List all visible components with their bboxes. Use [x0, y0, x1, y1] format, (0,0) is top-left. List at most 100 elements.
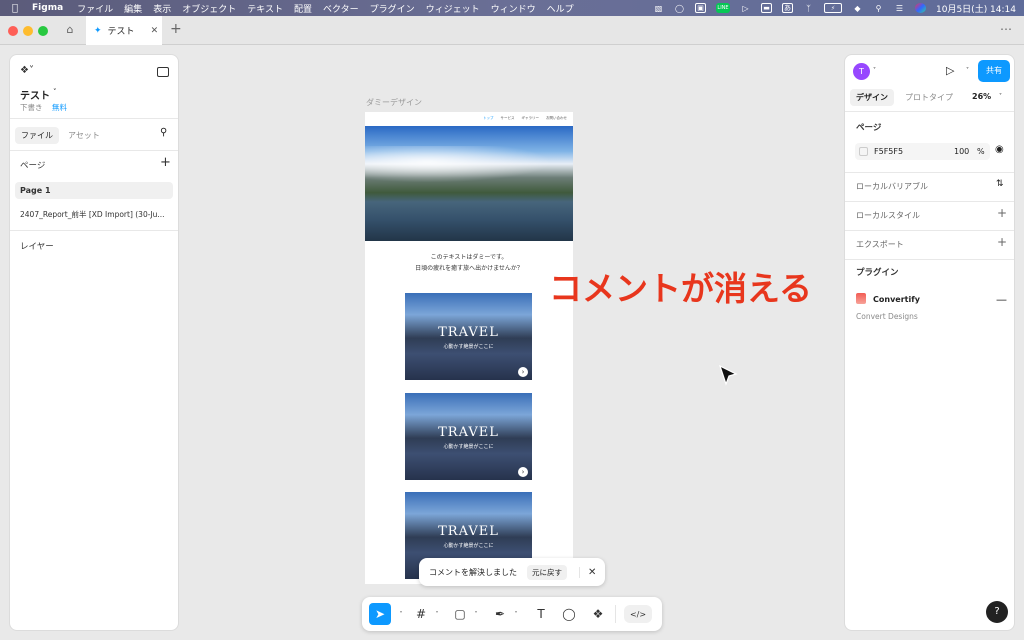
- home-icon[interactable]: ⌂: [60, 23, 80, 39]
- chevron-right-icon[interactable]: ›: [518, 467, 528, 477]
- text-tool-icon[interactable]: T: [532, 605, 550, 623]
- sync-icon[interactable]: ◯: [674, 3, 685, 13]
- frame-nav: トップ サービス ギャラリー お問い合わせ: [483, 116, 567, 121]
- tab-close-icon[interactable]: ✕: [151, 26, 159, 36]
- avatar-chevron-icon[interactable]: ˅: [873, 67, 876, 74]
- page-item-1-label: Page 1: [20, 186, 51, 195]
- search-icon[interactable]: ⚲: [873, 3, 884, 13]
- nav-item[interactable]: ギャラリー: [522, 116, 540, 121]
- card-title: TRAVEL: [438, 425, 499, 440]
- menu-window[interactable]: ウィンドウ: [491, 2, 536, 15]
- left-panel: ❖˅ テスト ˅ 下書き 無料 ファイル アセット ⚲ ページ + Page 1…: [9, 54, 179, 631]
- tab-design[interactable]: デザイン: [850, 89, 894, 106]
- tab-file[interactable]: ✦ テスト ✕: [86, 16, 162, 45]
- tool-dropdown-chevron-icon[interactable]: ˅: [467, 605, 485, 623]
- menu-app-name[interactable]: Figma: [32, 3, 63, 13]
- help-button[interactable]: ?: [986, 601, 1008, 623]
- actions-tool-icon[interactable]: ❖: [589, 605, 607, 623]
- local-variables-label[interactable]: ローカルバリアブル: [856, 181, 928, 192]
- file-name-chevron-icon[interactable]: ˅: [53, 88, 57, 96]
- play-status-icon[interactable]: ▷: [740, 3, 751, 13]
- tab-assets[interactable]: アセット: [68, 130, 100, 141]
- plugin-name[interactable]: Convertify: [873, 295, 920, 304]
- visibility-eye-icon[interactable]: ◉: [995, 144, 1004, 155]
- move-tool-icon[interactable]: ➤: [369, 603, 391, 625]
- menu-datetime[interactable]: 10月5日(土) 14:14: [936, 2, 1016, 15]
- zoom-chevron-icon[interactable]: ˅: [999, 93, 1002, 100]
- menu-view[interactable]: 表示: [153, 2, 171, 15]
- export-label[interactable]: エクスポート: [856, 239, 904, 250]
- zoom-level[interactable]: 26%: [972, 92, 991, 101]
- tab-bar: ⌂ ✦ テスト ✕ + ⋯: [0, 16, 1024, 45]
- travel-card[interactable]: TRAVEL 心動かす絶景がここに ›: [405, 293, 532, 380]
- present-play-icon[interactable]: ▷: [946, 64, 954, 77]
- chevron-right-icon[interactable]: ›: [518, 367, 528, 377]
- tab-prototype[interactable]: プロトタイプ: [905, 92, 953, 103]
- design-frame[interactable]: トップ サービス ギャラリー お問い合わせ このテキストはダミーです。 日頃の疲…: [365, 112, 573, 584]
- menu-widgets[interactable]: ウィジェット: [426, 2, 480, 15]
- search-layers-icon[interactable]: ⚲: [160, 127, 167, 138]
- menu-arrange[interactable]: 配置: [294, 2, 312, 15]
- figma-status-icon[interactable]: ▧: [653, 3, 664, 13]
- color-swatch[interactable]: [859, 147, 868, 156]
- convertify-logo-icon: [856, 293, 866, 304]
- comment-tool-icon[interactable]: ◯: [560, 605, 578, 623]
- main-menu-icon[interactable]: ❖˅: [20, 65, 34, 76]
- nav-item[interactable]: トップ: [483, 116, 494, 121]
- hero-image[interactable]: [365, 126, 573, 241]
- avatar[interactable]: T: [853, 63, 870, 80]
- bluetooth-icon[interactable]: ᛉ: [803, 3, 814, 13]
- bottom-toolbar: ➤ ˅ # ˅ ▢ ˅ ✒ ˅ T ◯ ❖ </>: [362, 597, 662, 631]
- menu-plugins[interactable]: プラグイン: [370, 2, 415, 15]
- travel-card[interactable]: TRAVEL 心動かす絶景がここに ›: [405, 393, 532, 480]
- menu-file[interactable]: ファイル: [77, 2, 113, 15]
- menu-help[interactable]: ヘルプ: [547, 2, 574, 15]
- menu-edit[interactable]: 編集: [124, 2, 142, 15]
- dev-mode-toggle-icon[interactable]: </>: [624, 605, 652, 623]
- add-export-icon[interactable]: +: [997, 235, 1007, 249]
- nav-item[interactable]: サービス: [501, 116, 515, 121]
- variables-settings-icon[interactable]: ⇅: [996, 179, 1004, 189]
- nav-item[interactable]: お問い合わせ: [546, 116, 567, 121]
- divider: [615, 605, 616, 623]
- control-center-icon[interactable]: ☰: [894, 3, 905, 13]
- tool-dropdown-chevron-icon[interactable]: ˅: [428, 605, 446, 623]
- sidebar-toggle-icon[interactable]: [157, 67, 169, 77]
- collapse-plugin-icon[interactable]: —: [996, 293, 1007, 306]
- more-options-icon[interactable]: ⋯: [1000, 22, 1012, 36]
- new-tab-button[interactable]: +: [170, 21, 182, 37]
- plan-badge[interactable]: 無料: [52, 102, 67, 113]
- menu-object[interactable]: オブジェクト: [182, 2, 236, 15]
- apple-icon[interactable]: : [12, 3, 18, 14]
- maximize-window-button[interactable]: [38, 26, 48, 36]
- close-window-button[interactable]: [8, 26, 18, 36]
- file-name[interactable]: テスト: [20, 87, 50, 102]
- battery-icon[interactable]: ⚡: [824, 3, 842, 13]
- bg-hex-value[interactable]: F5F5F5: [874, 147, 903, 156]
- share-button[interactable]: 共有: [978, 60, 1010, 82]
- tab-file-panel[interactable]: ファイル: [15, 127, 59, 144]
- ime-indicator[interactable]: あ: [782, 3, 793, 13]
- bg-opacity-value[interactable]: 100: [954, 147, 969, 156]
- undo-button[interactable]: 元に戻す: [527, 564, 567, 580]
- divider: [10, 230, 178, 231]
- bg-color-field[interactable]: F5F5F5 100 %: [855, 143, 990, 160]
- tool-dropdown-chevron-icon[interactable]: ˅: [507, 605, 525, 623]
- add-page-icon[interactable]: +: [160, 155, 171, 170]
- display-icon[interactable]: ▬: [761, 3, 772, 13]
- present-chevron-icon[interactable]: ˅: [966, 67, 969, 74]
- menu-text[interactable]: テキスト: [247, 2, 283, 15]
- page-item-2[interactable]: 2407_Report_前半 [XD Import] (30-Ju...: [20, 209, 170, 220]
- line-icon[interactable]: LINE: [716, 3, 730, 13]
- menu-vector[interactable]: ベクター: [323, 2, 359, 15]
- toast-close-icon[interactable]: ✕: [579, 566, 596, 578]
- wifi-icon[interactable]: ◆: [852, 3, 863, 13]
- local-styles-label[interactable]: ローカルスタイル: [856, 210, 920, 221]
- siri-icon[interactable]: [915, 3, 926, 13]
- screenshot-icon[interactable]: ▣: [695, 3, 706, 13]
- tool-dropdown-chevron-icon[interactable]: ˅: [392, 605, 410, 623]
- add-style-icon[interactable]: +: [997, 206, 1007, 220]
- frame-label[interactable]: ダミーデザイン: [366, 97, 422, 108]
- minimize-window-button[interactable]: [23, 26, 33, 36]
- opacity-unit: %: [977, 147, 985, 156]
